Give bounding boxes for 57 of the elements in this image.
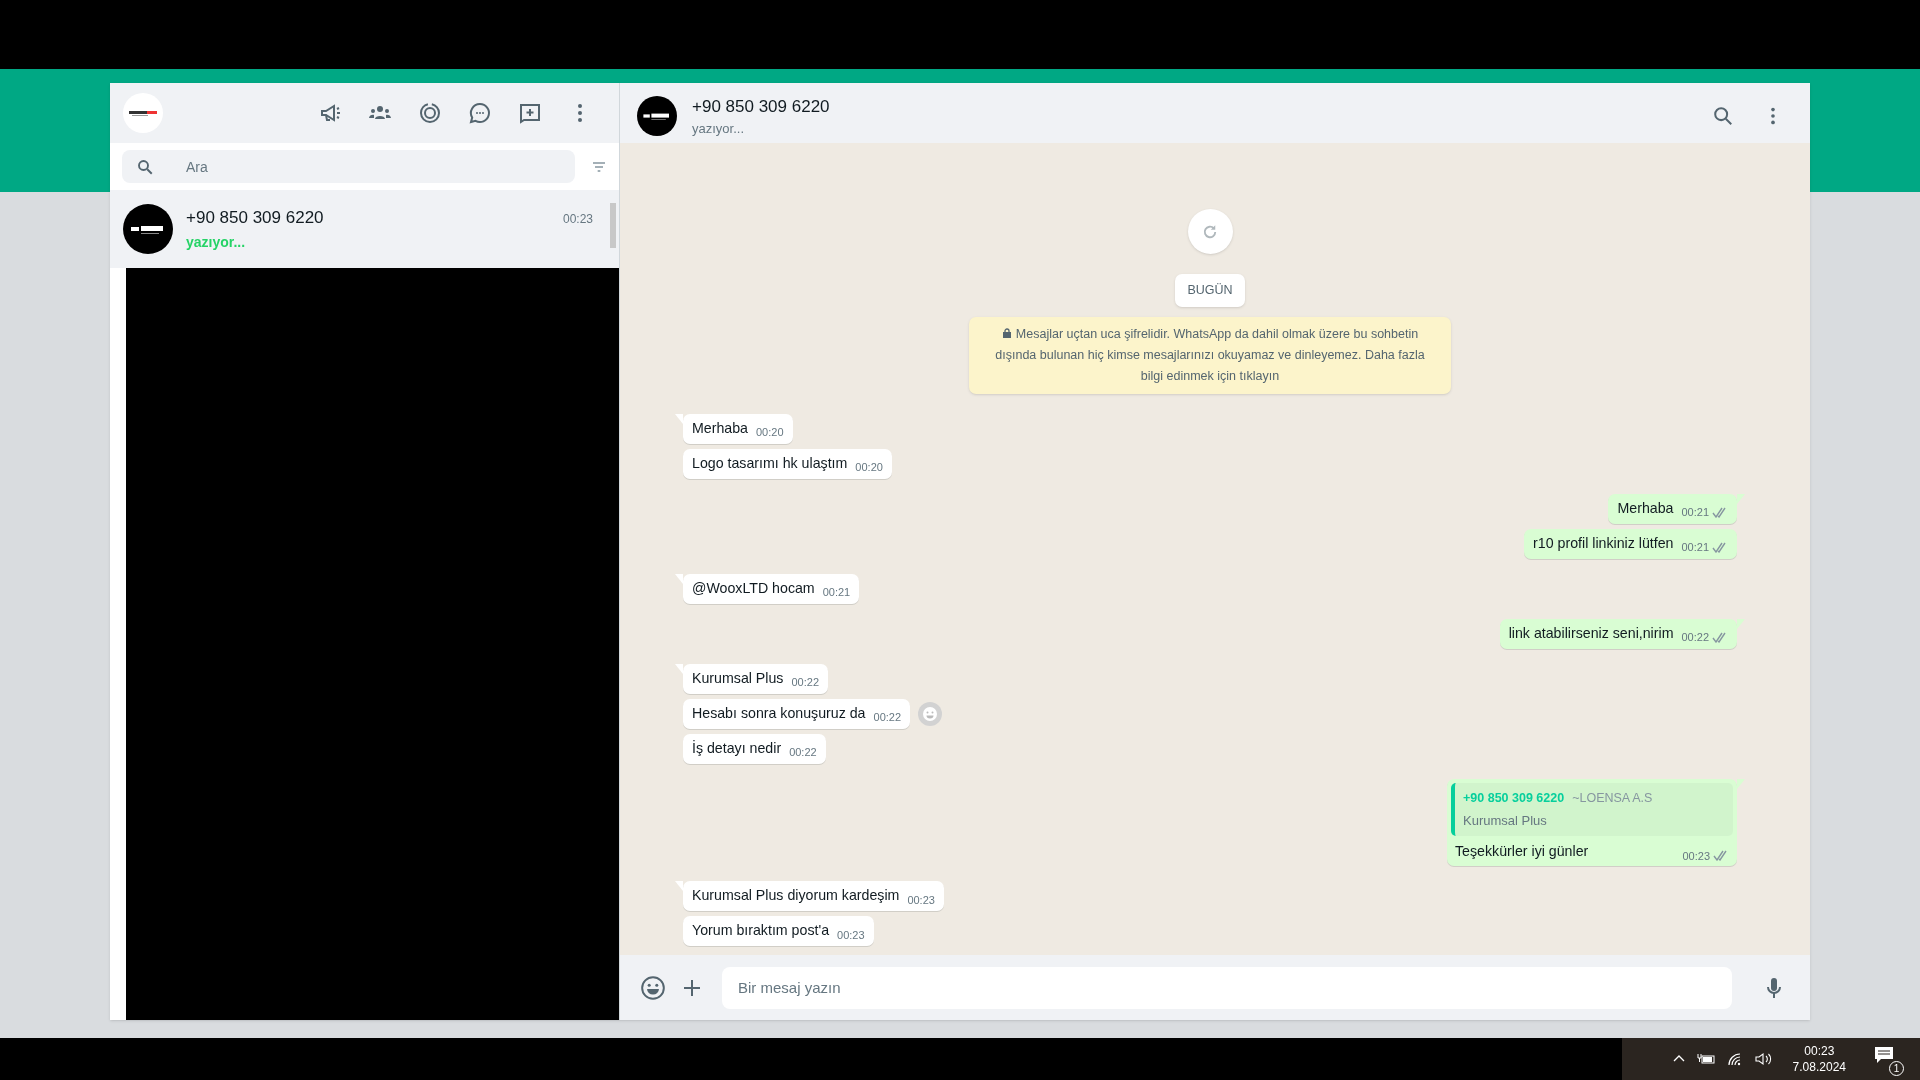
message-time: 00:23 [837, 927, 865, 943]
avatar [637, 96, 677, 136]
avatar [123, 93, 163, 133]
message-text: Yorum bıraktım post'a [692, 921, 830, 940]
lock-icon [1001, 327, 1012, 338]
message-text: link atabilirseniz seni,nirim [1508, 623, 1674, 643]
new-chat-icon[interactable] [518, 101, 542, 125]
message-text: Logo tasarımı hk ulaştım [692, 453, 848, 473]
search-icon [136, 158, 154, 176]
message-text: İş detayı nedir [692, 738, 782, 758]
message-time: 00:21 [1681, 505, 1709, 521]
message-text: r10 profil linkiniz lütfen [1533, 533, 1674, 553]
message-text: @WooxLTD hocam [692, 578, 815, 598]
search-field[interactable]: Ara [122, 150, 575, 183]
message-text: Hesabı sonra konuşuruz da [692, 703, 866, 723]
message-time: 00:20 [855, 460, 883, 476]
quote-text: Kurumsal Plus [1463, 811, 1548, 830]
chat-bubble-icon[interactable] [468, 101, 492, 125]
chat-title: +90 850 309 6220 [692, 95, 831, 118]
clock-date: 7.08.2024 [1792, 1059, 1846, 1075]
wifi-icon[interactable] [1726, 1052, 1743, 1066]
quote-author: +90 850 309 6220 [1463, 789, 1565, 807]
message-text: Kurumsal Plus diyorum kardeşim [692, 886, 900, 905]
clock[interactable]: 00:23 7.08.2024 [1784, 1043, 1854, 1075]
emoji-icon[interactable] [640, 974, 666, 1001]
notification-badge: 1 [1889, 1061, 1904, 1076]
message-text: Merhaba [1617, 498, 1674, 518]
volume-icon[interactable] [1754, 1052, 1773, 1066]
chat-list-item[interactable]: +90 850 309 6220 00:23 yazıyor... [110, 190, 619, 268]
quoted-message[interactable]: +90 850 309 6220 ~LOENSA A.S Kurumsal Plus [1451, 782, 1733, 836]
battery-icon[interactable] [1696, 1053, 1715, 1065]
smiley-icon [922, 705, 939, 722]
message-time: 00:22 [791, 675, 819, 691]
message-text: Teşekkürler iyi günler [1455, 842, 1589, 861]
notification-icon [1874, 1046, 1894, 1064]
message-text: Merhaba [692, 418, 748, 438]
status-icon[interactable] [418, 101, 442, 125]
search-icon[interactable] [1712, 105, 1734, 127]
message-time: 00:22 [873, 710, 902, 726]
microphone-icon[interactable] [1764, 975, 1784, 1000]
clock-time: 00:23 [1804, 1043, 1835, 1059]
message-text: Kurumsal Plus [692, 668, 784, 688]
avatar [123, 204, 173, 254]
message-time: 00:21 [822, 585, 851, 601]
message-time: 00:23 [1682, 848, 1710, 864]
contact-name: +90 850 309 6220 [186, 206, 324, 229]
quote-author-name: ~LOENSA A.S [1572, 789, 1653, 807]
scrollbar[interactable] [610, 203, 616, 248]
message-time: 00:23 [562, 210, 593, 228]
message-time: 00:23 [907, 892, 935, 908]
message-time: 00:22 [789, 745, 817, 761]
message-input[interactable]: Bir mesaj yazın [722, 966, 1732, 1009]
message-time: 00:22 [1681, 630, 1709, 646]
message-time: 00:21 [1681, 540, 1709, 556]
typing-status: yazıyor... [692, 120, 746, 138]
typing-status: yazıyor... [186, 233, 247, 253]
message-time: 00:20 [756, 425, 784, 441]
